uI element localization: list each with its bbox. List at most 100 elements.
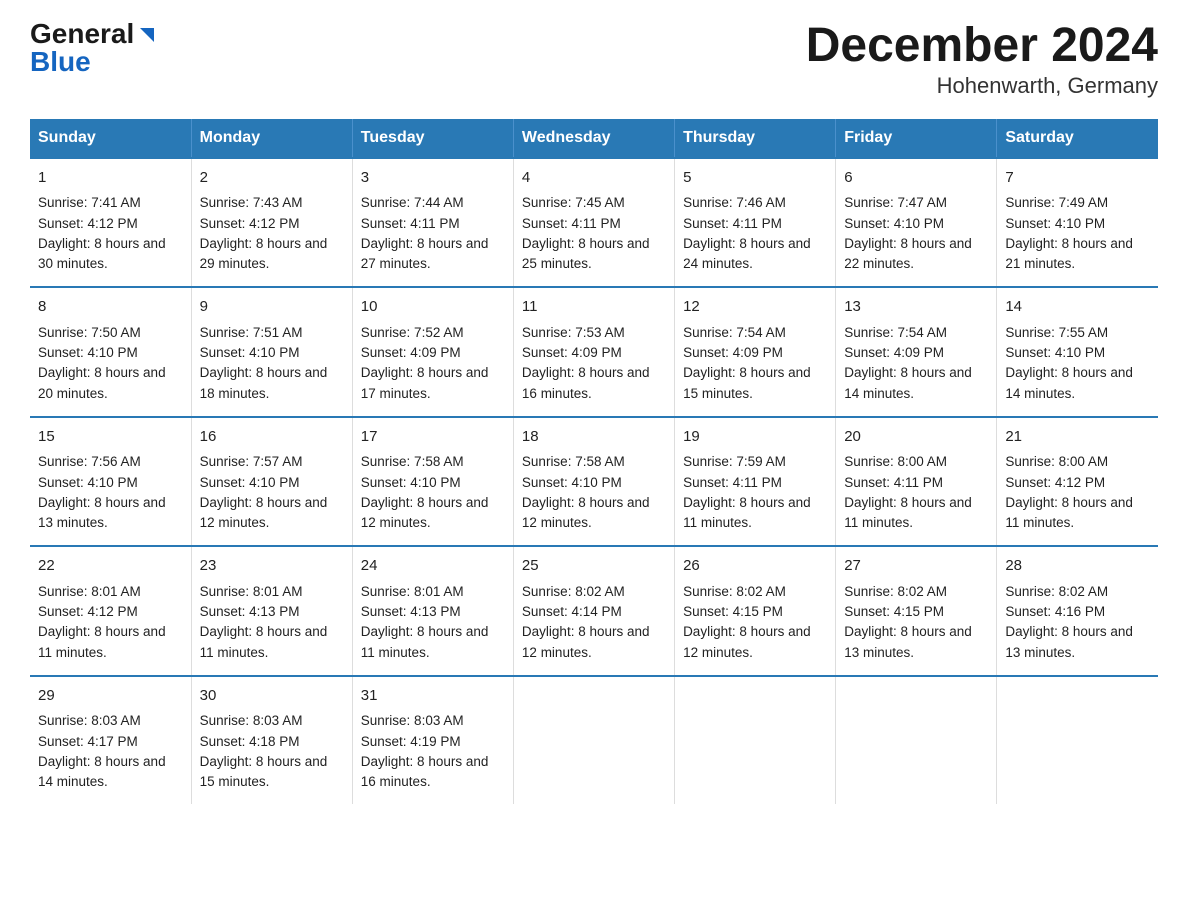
- daylight-text: Daylight: 8 hours and 12 minutes.: [683, 624, 811, 659]
- calendar-cell: 25 Sunrise: 8:02 AM Sunset: 4:14 PM Dayl…: [513, 546, 674, 676]
- sunset-text: Sunset: 4:10 PM: [1005, 216, 1105, 231]
- calendar-cell: 26 Sunrise: 8:02 AM Sunset: 4:15 PM Dayl…: [675, 546, 836, 676]
- day-number: 16: [200, 426, 344, 449]
- sunset-text: Sunset: 4:15 PM: [683, 604, 783, 619]
- day-number: 11: [522, 296, 666, 319]
- daylight-text: Daylight: 8 hours and 11 minutes.: [1005, 495, 1133, 530]
- calendar-cell: 6 Sunrise: 7:47 AM Sunset: 4:10 PM Dayli…: [836, 158, 997, 288]
- sunrise-text: Sunrise: 7:53 AM: [522, 325, 625, 340]
- day-number: 14: [1005, 296, 1150, 319]
- sunrise-text: Sunrise: 7:59 AM: [683, 454, 786, 469]
- sunrise-text: Sunrise: 8:00 AM: [1005, 454, 1108, 469]
- week-row-4: 22 Sunrise: 8:01 AM Sunset: 4:12 PM Dayl…: [30, 546, 1158, 676]
- day-number: 30: [200, 685, 344, 708]
- sunset-text: Sunset: 4:10 PM: [200, 475, 300, 490]
- sunset-text: Sunset: 4:11 PM: [683, 216, 782, 231]
- sunset-text: Sunset: 4:10 PM: [38, 345, 138, 360]
- sunset-text: Sunset: 4:12 PM: [38, 216, 138, 231]
- header-saturday: Saturday: [997, 119, 1158, 158]
- sunrise-text: Sunrise: 7:54 AM: [844, 325, 947, 340]
- sunrise-text: Sunrise: 7:50 AM: [38, 325, 141, 340]
- day-number: 18: [522, 426, 666, 449]
- calendar-cell: 12 Sunrise: 7:54 AM Sunset: 4:09 PM Dayl…: [675, 287, 836, 417]
- sunrise-text: Sunrise: 7:57 AM: [200, 454, 303, 469]
- sunset-text: Sunset: 4:10 PM: [361, 475, 461, 490]
- calendar-cell: 16 Sunrise: 7:57 AM Sunset: 4:10 PM Dayl…: [191, 417, 352, 547]
- day-number: 12: [683, 296, 827, 319]
- sunset-text: Sunset: 4:10 PM: [200, 345, 300, 360]
- sunrise-text: Sunrise: 8:00 AM: [844, 454, 947, 469]
- sunset-text: Sunset: 4:16 PM: [1005, 604, 1105, 619]
- day-number: 9: [200, 296, 344, 319]
- sunrise-text: Sunrise: 8:03 AM: [361, 713, 464, 728]
- day-number: 28: [1005, 555, 1150, 578]
- daylight-text: Daylight: 8 hours and 11 minutes.: [38, 624, 166, 659]
- day-number: 21: [1005, 426, 1150, 449]
- daylight-text: Daylight: 8 hours and 13 minutes.: [1005, 624, 1133, 659]
- sunset-text: Sunset: 4:09 PM: [522, 345, 622, 360]
- calendar-cell: [513, 676, 674, 805]
- day-number: 20: [844, 426, 988, 449]
- daylight-text: Daylight: 8 hours and 12 minutes.: [361, 495, 489, 530]
- calendar-cell: 28 Sunrise: 8:02 AM Sunset: 4:16 PM Dayl…: [997, 546, 1158, 676]
- daylight-text: Daylight: 8 hours and 30 minutes.: [38, 236, 166, 271]
- sunrise-text: Sunrise: 8:02 AM: [1005, 584, 1108, 599]
- week-row-3: 15 Sunrise: 7:56 AM Sunset: 4:10 PM Dayl…: [30, 417, 1158, 547]
- calendar-cell: 29 Sunrise: 8:03 AM Sunset: 4:17 PM Dayl…: [30, 676, 191, 805]
- sunset-text: Sunset: 4:13 PM: [361, 604, 461, 619]
- sunrise-text: Sunrise: 7:55 AM: [1005, 325, 1108, 340]
- day-number: 31: [361, 685, 505, 708]
- daylight-text: Daylight: 8 hours and 25 minutes.: [522, 236, 650, 271]
- calendar-cell: 21 Sunrise: 8:00 AM Sunset: 4:12 PM Dayl…: [997, 417, 1158, 547]
- sunset-text: Sunset: 4:14 PM: [522, 604, 622, 619]
- calendar-cell: [836, 676, 997, 805]
- sunrise-text: Sunrise: 7:58 AM: [522, 454, 625, 469]
- daylight-text: Daylight: 8 hours and 13 minutes.: [844, 624, 972, 659]
- calendar-cell: [675, 676, 836, 805]
- sunset-text: Sunset: 4:11 PM: [683, 475, 782, 490]
- daylight-text: Daylight: 8 hours and 20 minutes.: [38, 365, 166, 400]
- daylight-text: Daylight: 8 hours and 13 minutes.: [38, 495, 166, 530]
- day-number: 22: [38, 555, 183, 578]
- header-monday: Monday: [191, 119, 352, 158]
- daylight-text: Daylight: 8 hours and 11 minutes.: [844, 495, 972, 530]
- calendar-cell: 7 Sunrise: 7:49 AM Sunset: 4:10 PM Dayli…: [997, 158, 1158, 288]
- day-number: 26: [683, 555, 827, 578]
- sunset-text: Sunset: 4:10 PM: [1005, 345, 1105, 360]
- daylight-text: Daylight: 8 hours and 12 minutes.: [200, 495, 328, 530]
- daylight-text: Daylight: 8 hours and 16 minutes.: [522, 365, 650, 400]
- header-tuesday: Tuesday: [352, 119, 513, 158]
- sunset-text: Sunset: 4:11 PM: [361, 216, 460, 231]
- calendar-cell: 2 Sunrise: 7:43 AM Sunset: 4:12 PM Dayli…: [191, 158, 352, 288]
- day-number: 27: [844, 555, 988, 578]
- daylight-text: Daylight: 8 hours and 15 minutes.: [683, 365, 811, 400]
- daylight-text: Daylight: 8 hours and 17 minutes.: [361, 365, 489, 400]
- daylight-text: Daylight: 8 hours and 11 minutes.: [200, 624, 328, 659]
- sunset-text: Sunset: 4:12 PM: [38, 604, 138, 619]
- page-title: December 2024: [806, 20, 1158, 73]
- sunrise-text: Sunrise: 7:49 AM: [1005, 195, 1108, 210]
- daylight-text: Daylight: 8 hours and 27 minutes.: [361, 236, 489, 271]
- calendar-cell: 14 Sunrise: 7:55 AM Sunset: 4:10 PM Dayl…: [997, 287, 1158, 417]
- calendar-cell: 13 Sunrise: 7:54 AM Sunset: 4:09 PM Dayl…: [836, 287, 997, 417]
- daylight-text: Daylight: 8 hours and 12 minutes.: [522, 624, 650, 659]
- day-number: 7: [1005, 167, 1150, 190]
- sunrise-text: Sunrise: 7:56 AM: [38, 454, 141, 469]
- sunset-text: Sunset: 4:11 PM: [522, 216, 621, 231]
- daylight-text: Daylight: 8 hours and 14 minutes.: [844, 365, 972, 400]
- calendar-cell: 1 Sunrise: 7:41 AM Sunset: 4:12 PM Dayli…: [30, 158, 191, 288]
- calendar-cell: 22 Sunrise: 8:01 AM Sunset: 4:12 PM Dayl…: [30, 546, 191, 676]
- sunset-text: Sunset: 4:09 PM: [683, 345, 783, 360]
- day-number: 4: [522, 167, 666, 190]
- daylight-text: Daylight: 8 hours and 11 minutes.: [361, 624, 489, 659]
- day-number: 3: [361, 167, 505, 190]
- calendar-cell: 5 Sunrise: 7:46 AM Sunset: 4:11 PM Dayli…: [675, 158, 836, 288]
- calendar-cell: 31 Sunrise: 8:03 AM Sunset: 4:19 PM Dayl…: [352, 676, 513, 805]
- week-row-1: 1 Sunrise: 7:41 AM Sunset: 4:12 PM Dayli…: [30, 158, 1158, 288]
- calendar-cell: 11 Sunrise: 7:53 AM Sunset: 4:09 PM Dayl…: [513, 287, 674, 417]
- week-row-5: 29 Sunrise: 8:03 AM Sunset: 4:17 PM Dayl…: [30, 676, 1158, 805]
- calendar-cell: 3 Sunrise: 7:44 AM Sunset: 4:11 PM Dayli…: [352, 158, 513, 288]
- sunrise-text: Sunrise: 7:54 AM: [683, 325, 786, 340]
- sunset-text: Sunset: 4:09 PM: [844, 345, 944, 360]
- calendar-table: SundayMondayTuesdayWednesdayThursdayFrid…: [30, 119, 1158, 805]
